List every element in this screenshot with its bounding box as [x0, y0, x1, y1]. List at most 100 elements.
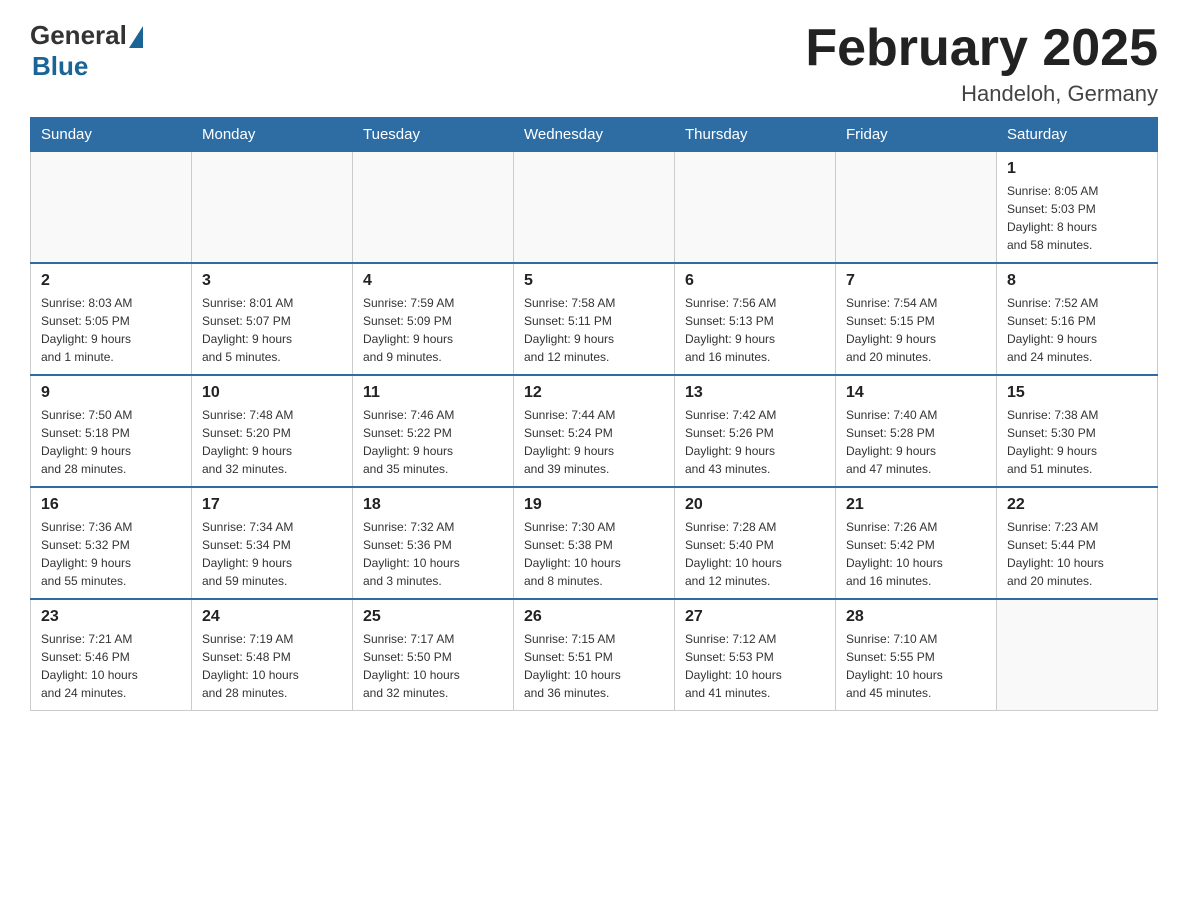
day-number: 5 — [524, 272, 664, 290]
calendar-day-cell: 18 Sunrise: 7:32 AMSunset: 5:36 PMDayligh… — [353, 487, 514, 599]
column-header-wednesday: Wednesday — [514, 118, 675, 152]
day-number: 20 — [685, 496, 825, 514]
calendar-day-cell: 15Sunrise: 7:38 AMSunset: 5:30 PMDayligh… — [997, 375, 1158, 487]
calendar-day-cell: 21 Sunrise: 7:26 AMSunset: 5:42 PMDayligh… — [836, 487, 997, 599]
day-number: 21 — [846, 496, 986, 514]
calendar-day-cell: 8 Sunrise: 7:52 AMSunset: 5:16 PMDaylight… — [997, 263, 1158, 375]
day-info: Sunrise: 7:50 AMSunset: 5:18 PMDaylight:… — [41, 406, 181, 478]
logo-triangle-icon — [129, 26, 143, 48]
calendar-day-cell: 6 Sunrise: 7:56 AMSunset: 5:13 PMDaylight… — [675, 263, 836, 375]
day-number: 7 — [846, 272, 986, 290]
day-info: Sunrise: 7:34 AMSunset: 5:34 PMDaylight:… — [202, 518, 342, 590]
day-info: Sunrise: 7:52 AMSunset: 5:16 PMDaylight:… — [1007, 294, 1147, 366]
calendar-day-cell: 7Sunrise: 7:54 AMSunset: 5:15 PMDaylight… — [836, 263, 997, 375]
day-info: Sunrise: 8:01 AMSunset: 5:07 PMDaylight:… — [202, 294, 342, 366]
day-number: 22 — [1007, 496, 1147, 514]
day-number: 2 — [41, 272, 181, 290]
month-title: February 2025 — [805, 20, 1158, 77]
calendar-day-cell: 26Sunrise: 7:15 AMSunset: 5:51 PMDayligh… — [514, 599, 675, 711]
calendar-day-cell: 27 Sunrise: 7:12 AMSunset: 5:53 PMDayligh… — [675, 599, 836, 711]
calendar-day-cell: 1 Sunrise: 8:05 AMSunset: 5:03 PMDaylight… — [997, 152, 1158, 264]
logo-top: General — [30, 20, 143, 51]
day-info: Sunrise: 7:21 AMSunset: 5:46 PMDaylight:… — [41, 630, 181, 702]
calendar-day-cell: 14Sunrise: 7:40 AMSunset: 5:28 PMDayligh… — [836, 375, 997, 487]
page-header: General Blue February 2025 Handeloh, Ger… — [30, 20, 1158, 107]
logo-general-text: General — [30, 20, 127, 51]
day-number: 10 — [202, 384, 342, 402]
day-info: Sunrise: 7:38 AMSunset: 5:30 PMDaylight:… — [1007, 406, 1147, 478]
day-number: 23 — [41, 608, 181, 626]
day-number: 17 — [202, 496, 342, 514]
calendar-day-cell: 2Sunrise: 8:03 AMSunset: 5:05 PMDaylight… — [31, 263, 192, 375]
column-header-tuesday: Tuesday — [353, 118, 514, 152]
day-number: 19 — [524, 496, 664, 514]
day-number: 12 — [524, 384, 664, 402]
calendar-day-cell: 13 Sunrise: 7:42 AMSunset: 5:26 PMDayligh… — [675, 375, 836, 487]
calendar-day-cell — [31, 152, 192, 264]
calendar-day-cell: 10 Sunrise: 7:48 AMSunset: 5:20 PMDayligh… — [192, 375, 353, 487]
calendar-day-cell: 20 Sunrise: 7:28 AMSunset: 5:40 PMDayligh… — [675, 487, 836, 599]
calendar-week-row: 23 Sunrise: 7:21 AMSunset: 5:46 PMDayligh… — [31, 599, 1158, 711]
column-header-friday: Friday — [836, 118, 997, 152]
day-number: 18 — [363, 496, 503, 514]
calendar-day-cell: 4 Sunrise: 7:59 AMSunset: 5:09 PMDaylight… — [353, 263, 514, 375]
day-info: Sunrise: 7:12 AMSunset: 5:53 PMDaylight:… — [685, 630, 825, 702]
day-info: Sunrise: 7:19 AMSunset: 5:48 PMDaylight:… — [202, 630, 342, 702]
column-header-saturday: Saturday — [997, 118, 1158, 152]
calendar-week-row: 9 Sunrise: 7:50 AMSunset: 5:18 PMDaylight… — [31, 375, 1158, 487]
calendar-day-cell: 16 Sunrise: 7:36 AMSunset: 5:32 PMDayligh… — [31, 487, 192, 599]
day-info: Sunrise: 7:26 AMSunset: 5:42 PMDaylight:… — [846, 518, 986, 590]
day-number: 1 — [1007, 160, 1147, 178]
day-number: 25 — [363, 608, 503, 626]
day-number: 13 — [685, 384, 825, 402]
calendar-day-cell: 11Sunrise: 7:46 AMSunset: 5:22 PMDayligh… — [353, 375, 514, 487]
day-info: Sunrise: 8:05 AMSunset: 5:03 PMDaylight:… — [1007, 182, 1147, 254]
day-info: Sunrise: 7:46 AMSunset: 5:22 PMDaylight:… — [363, 406, 503, 478]
day-info: Sunrise: 7:48 AMSunset: 5:20 PMDaylight:… — [202, 406, 342, 478]
day-info: Sunrise: 7:15 AMSunset: 5:51 PMDaylight:… — [524, 630, 664, 702]
day-number: 28 — [846, 608, 986, 626]
title-area: February 2025 Handeloh, Germany — [805, 20, 1158, 107]
day-number: 4 — [363, 272, 503, 290]
calendar-day-cell: 25Sunrise: 7:17 AMSunset: 5:50 PMDayligh… — [353, 599, 514, 711]
day-info: Sunrise: 7:58 AMSunset: 5:11 PMDaylight:… — [524, 294, 664, 366]
calendar-day-cell: 9 Sunrise: 7:50 AMSunset: 5:18 PMDaylight… — [31, 375, 192, 487]
day-info: Sunrise: 7:36 AMSunset: 5:32 PMDaylight:… — [41, 518, 181, 590]
day-info: Sunrise: 7:40 AMSunset: 5:28 PMDaylight:… — [846, 406, 986, 478]
column-header-monday: Monday — [192, 118, 353, 152]
day-info: Sunrise: 7:42 AMSunset: 5:26 PMDaylight:… — [685, 406, 825, 478]
calendar-day-cell: 28 Sunrise: 7:10 AMSunset: 5:55 PMDayligh… — [836, 599, 997, 711]
calendar-header-row: SundayMondayTuesdayWednesdayThursdayFrid… — [31, 118, 1158, 152]
calendar-day-cell — [675, 152, 836, 264]
calendar-day-cell: 12Sunrise: 7:44 AMSunset: 5:24 PMDayligh… — [514, 375, 675, 487]
day-number: 9 — [41, 384, 181, 402]
day-number: 6 — [685, 272, 825, 290]
column-header-sunday: Sunday — [31, 118, 192, 152]
calendar-day-cell — [514, 152, 675, 264]
day-info: Sunrise: 7:59 AMSunset: 5:09 PMDaylight:… — [363, 294, 503, 366]
day-number: 3 — [202, 272, 342, 290]
day-number: 16 — [41, 496, 181, 514]
calendar-week-row: 16 Sunrise: 7:36 AMSunset: 5:32 PMDayligh… — [31, 487, 1158, 599]
day-number: 8 — [1007, 272, 1147, 290]
calendar-day-cell: 22Sunrise: 7:23 AMSunset: 5:44 PMDayligh… — [997, 487, 1158, 599]
day-number: 24 — [202, 608, 342, 626]
calendar-day-cell: 19 Sunrise: 7:30 AMSunset: 5:38 PMDayligh… — [514, 487, 675, 599]
calendar-day-cell: 5 Sunrise: 7:58 AMSunset: 5:11 PMDaylight… — [514, 263, 675, 375]
logo-blue-text: Blue — [32, 51, 88, 82]
day-info: Sunrise: 7:56 AMSunset: 5:13 PMDaylight:… — [685, 294, 825, 366]
calendar-week-row: 1 Sunrise: 8:05 AMSunset: 5:03 PMDaylight… — [31, 152, 1158, 264]
calendar-day-cell — [997, 599, 1158, 711]
column-header-thursday: Thursday — [675, 118, 836, 152]
day-info: Sunrise: 7:10 AMSunset: 5:55 PMDaylight:… — [846, 630, 986, 702]
location: Handeloh, Germany — [805, 81, 1158, 107]
calendar-day-cell — [353, 152, 514, 264]
day-info: Sunrise: 7:32 AMSunset: 5:36 PMDaylight:… — [363, 518, 503, 590]
calendar-table: SundayMondayTuesdayWednesdayThursdayFrid… — [30, 117, 1158, 711]
calendar-day-cell: 24 Sunrise: 7:19 AMSunset: 5:48 PMDayligh… — [192, 599, 353, 711]
day-info: Sunrise: 7:28 AMSunset: 5:40 PMDaylight:… — [685, 518, 825, 590]
calendar-day-cell: 23 Sunrise: 7:21 AMSunset: 5:46 PMDayligh… — [31, 599, 192, 711]
day-info: Sunrise: 7:30 AMSunset: 5:38 PMDaylight:… — [524, 518, 664, 590]
calendar-day-cell — [192, 152, 353, 264]
day-number: 27 — [685, 608, 825, 626]
